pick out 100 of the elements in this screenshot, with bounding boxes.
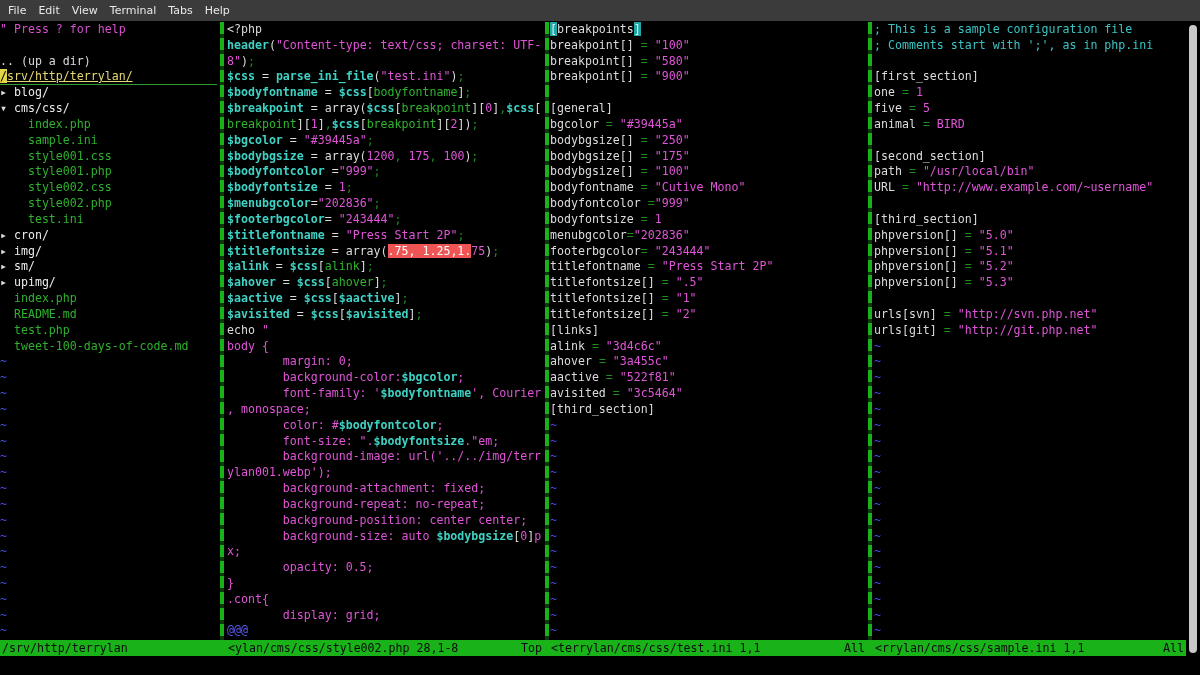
tree-entry[interactable]: style001.php [0, 164, 112, 181]
tilde-marker: ~ [0, 623, 7, 638]
status-path: <ylan/cms/css/style002.php 28,1-8 [227, 640, 459, 655]
tree-entry[interactable]: style001.css [0, 148, 112, 165]
tilde-marker: ~ [874, 560, 881, 575]
tree-entry[interactable]: style002.css [0, 180, 112, 197]
code-line: [third_section] [874, 211, 979, 228]
code-line: path = "/usr/local/bin" [874, 164, 1035, 181]
tree-entry[interactable]: tweet-100-days-of-code.md [0, 338, 189, 355]
code-line: urls[git] = "http://git.php.net" [874, 322, 1098, 339]
tilde-marker: ~ [0, 354, 7, 369]
tree-entry[interactable]: ▸ upimg/ [0, 275, 56, 292]
code-line: opacity: 0.5; [281, 560, 374, 576]
tilde-marker: ~ [550, 544, 557, 559]
tree-entry[interactable]: test.ini [0, 211, 84, 228]
menu-item[interactable]: Edit [32, 2, 66, 19]
menu-item[interactable]: Terminal [103, 2, 163, 19]
tree-entry[interactable]: sample.ini [0, 132, 98, 149]
menu-item[interactable]: File [2, 2, 33, 19]
menu-item[interactable]: Tabs [162, 2, 199, 19]
tilde-marker: ~ [874, 417, 881, 432]
tree-entry[interactable]: test.php [0, 322, 70, 339]
tilde-marker: ~ [874, 386, 881, 401]
code-line: bodyfontsize = 1 [550, 211, 662, 228]
tree-entry[interactable]: index.php [0, 291, 77, 307]
code-line: color: #$bodyfontcolor; [281, 417, 444, 434]
code-line: menubgcolor="202836" [550, 227, 690, 244]
tilde-marker: ~ [874, 496, 881, 511]
split-divider[interactable] [217, 22, 226, 656]
tree-entry[interactable]: ▾ cms/css/ [0, 101, 70, 117]
code-line: display: grid; [281, 607, 381, 624]
code-line: animal = BIRD [874, 116, 965, 133]
tilde-marker: ~ [874, 465, 881, 480]
code-line: breakpoint[] = "580" [550, 53, 690, 70]
code-line: bodybgsize[] = "100" [550, 164, 690, 181]
tilde-marker: ~ [0, 386, 7, 401]
tilde-marker: ~ [550, 591, 557, 606]
code-line: urls[svn] = "http://svn.php.net" [874, 306, 1098, 323]
code-line: $bodyfontcolor ="999"; [227, 164, 381, 181]
tree-entry[interactable]: ▸ sm/ [0, 259, 35, 276]
code-line: titlefontsize[] = "1" [550, 291, 697, 307]
code-line: } [227, 576, 234, 592]
split-divider[interactable] [544, 22, 549, 656]
code-line: $breakpoint = array($css[breakpoint][0],$css[ [227, 101, 542, 117]
tilde-marker: ~ [0, 401, 7, 416]
code-line: [first_section] [874, 69, 979, 86]
tilde-marker: ~ [874, 512, 881, 527]
tilde-marker: ~ [0, 607, 7, 622]
code-line: $bodybgsize = array(1200, 175, 100); [227, 148, 479, 165]
tilde-marker: ~ [550, 496, 557, 511]
code-line: five = 5 [874, 101, 930, 117]
code-line: phpversion[] = "5.3" [874, 275, 1014, 292]
tilde-marker: ~ [0, 417, 7, 432]
menu-item[interactable]: Help [198, 2, 236, 19]
tilde-marker: ~ [0, 528, 7, 543]
tilde-marker: ~ [0, 370, 7, 385]
code-line: breakpoint[] = "100" [550, 37, 690, 54]
code-line: phpversion[] = "5.0" [874, 227, 1014, 244]
code-line: , monospace; [227, 401, 311, 418]
code-line: titlefontsize[] = ".5" [550, 275, 704, 292]
code-line: [breakpoints] [550, 22, 641, 38]
code-line: background-attachment: fixed; [281, 481, 486, 497]
tree-entry[interactable]: ▸ blog/ [0, 85, 49, 102]
tilde-marker: ~ [0, 512, 7, 527]
code-line: background-color:$bgcolor; [281, 370, 465, 387]
tree-entry[interactable]: /srv/http/terrylan/ [0, 69, 133, 86]
tilde-marker: ~ [874, 544, 881, 559]
tilde-marker: ~ [0, 544, 7, 559]
tilde-marker: ~ [0, 560, 7, 575]
split-divider[interactable] [867, 22, 873, 656]
tree-entry[interactable]: style002.php [0, 196, 112, 212]
code-line: background-repeat: no-repeat; [281, 496, 486, 513]
menu-item[interactable]: View [65, 2, 104, 19]
code-line: $css = parse_ini_file("test.ini"); [227, 69, 465, 86]
tree-entry[interactable]: README.md [0, 306, 77, 323]
tilde-marker: ~ [874, 370, 881, 385]
code-line: .cont{ [227, 591, 269, 608]
code-line: echo " [227, 322, 269, 339]
code-line: background-size: auto $bodybgsize[0]p [281, 528, 542, 545]
scrollbar[interactable] [1189, 25, 1197, 653]
code-line: [second_section] [874, 148, 986, 165]
code-line: 8"); [227, 53, 255, 70]
tilde-marker: ~ [874, 433, 881, 448]
tilde-marker: ~ [874, 607, 881, 622]
tilde-marker: ~ [0, 433, 7, 448]
tree-entry[interactable]: ▸ cron/ [0, 227, 49, 244]
tree-entry[interactable]: " Press ? for help [0, 22, 126, 38]
tree-entry[interactable]: ▸ img/ [0, 243, 42, 260]
tilde-marker: ~ [874, 623, 881, 638]
tilde-marker: ~ [550, 560, 557, 575]
tree-entry[interactable]: .. (up a dir) [0, 53, 91, 70]
tilde-marker: ~ [550, 576, 557, 590]
code-line: bodyfontcolor ="999" [550, 196, 690, 212]
code-line: footerbgcolor= "243444" [550, 243, 711, 260]
tilde-marker: ~ [550, 528, 557, 543]
code-line: background-position: center center; [281, 512, 528, 529]
status-path: <terrylan/cms/css/test.ini 1,1 [550, 640, 761, 655]
scroll-position: All [1163, 640, 1185, 655]
code-line: breakpoint][1],$css[breakpoint][2]); [227, 116, 479, 133]
tree-entry[interactable]: index.php [0, 116, 91, 133]
